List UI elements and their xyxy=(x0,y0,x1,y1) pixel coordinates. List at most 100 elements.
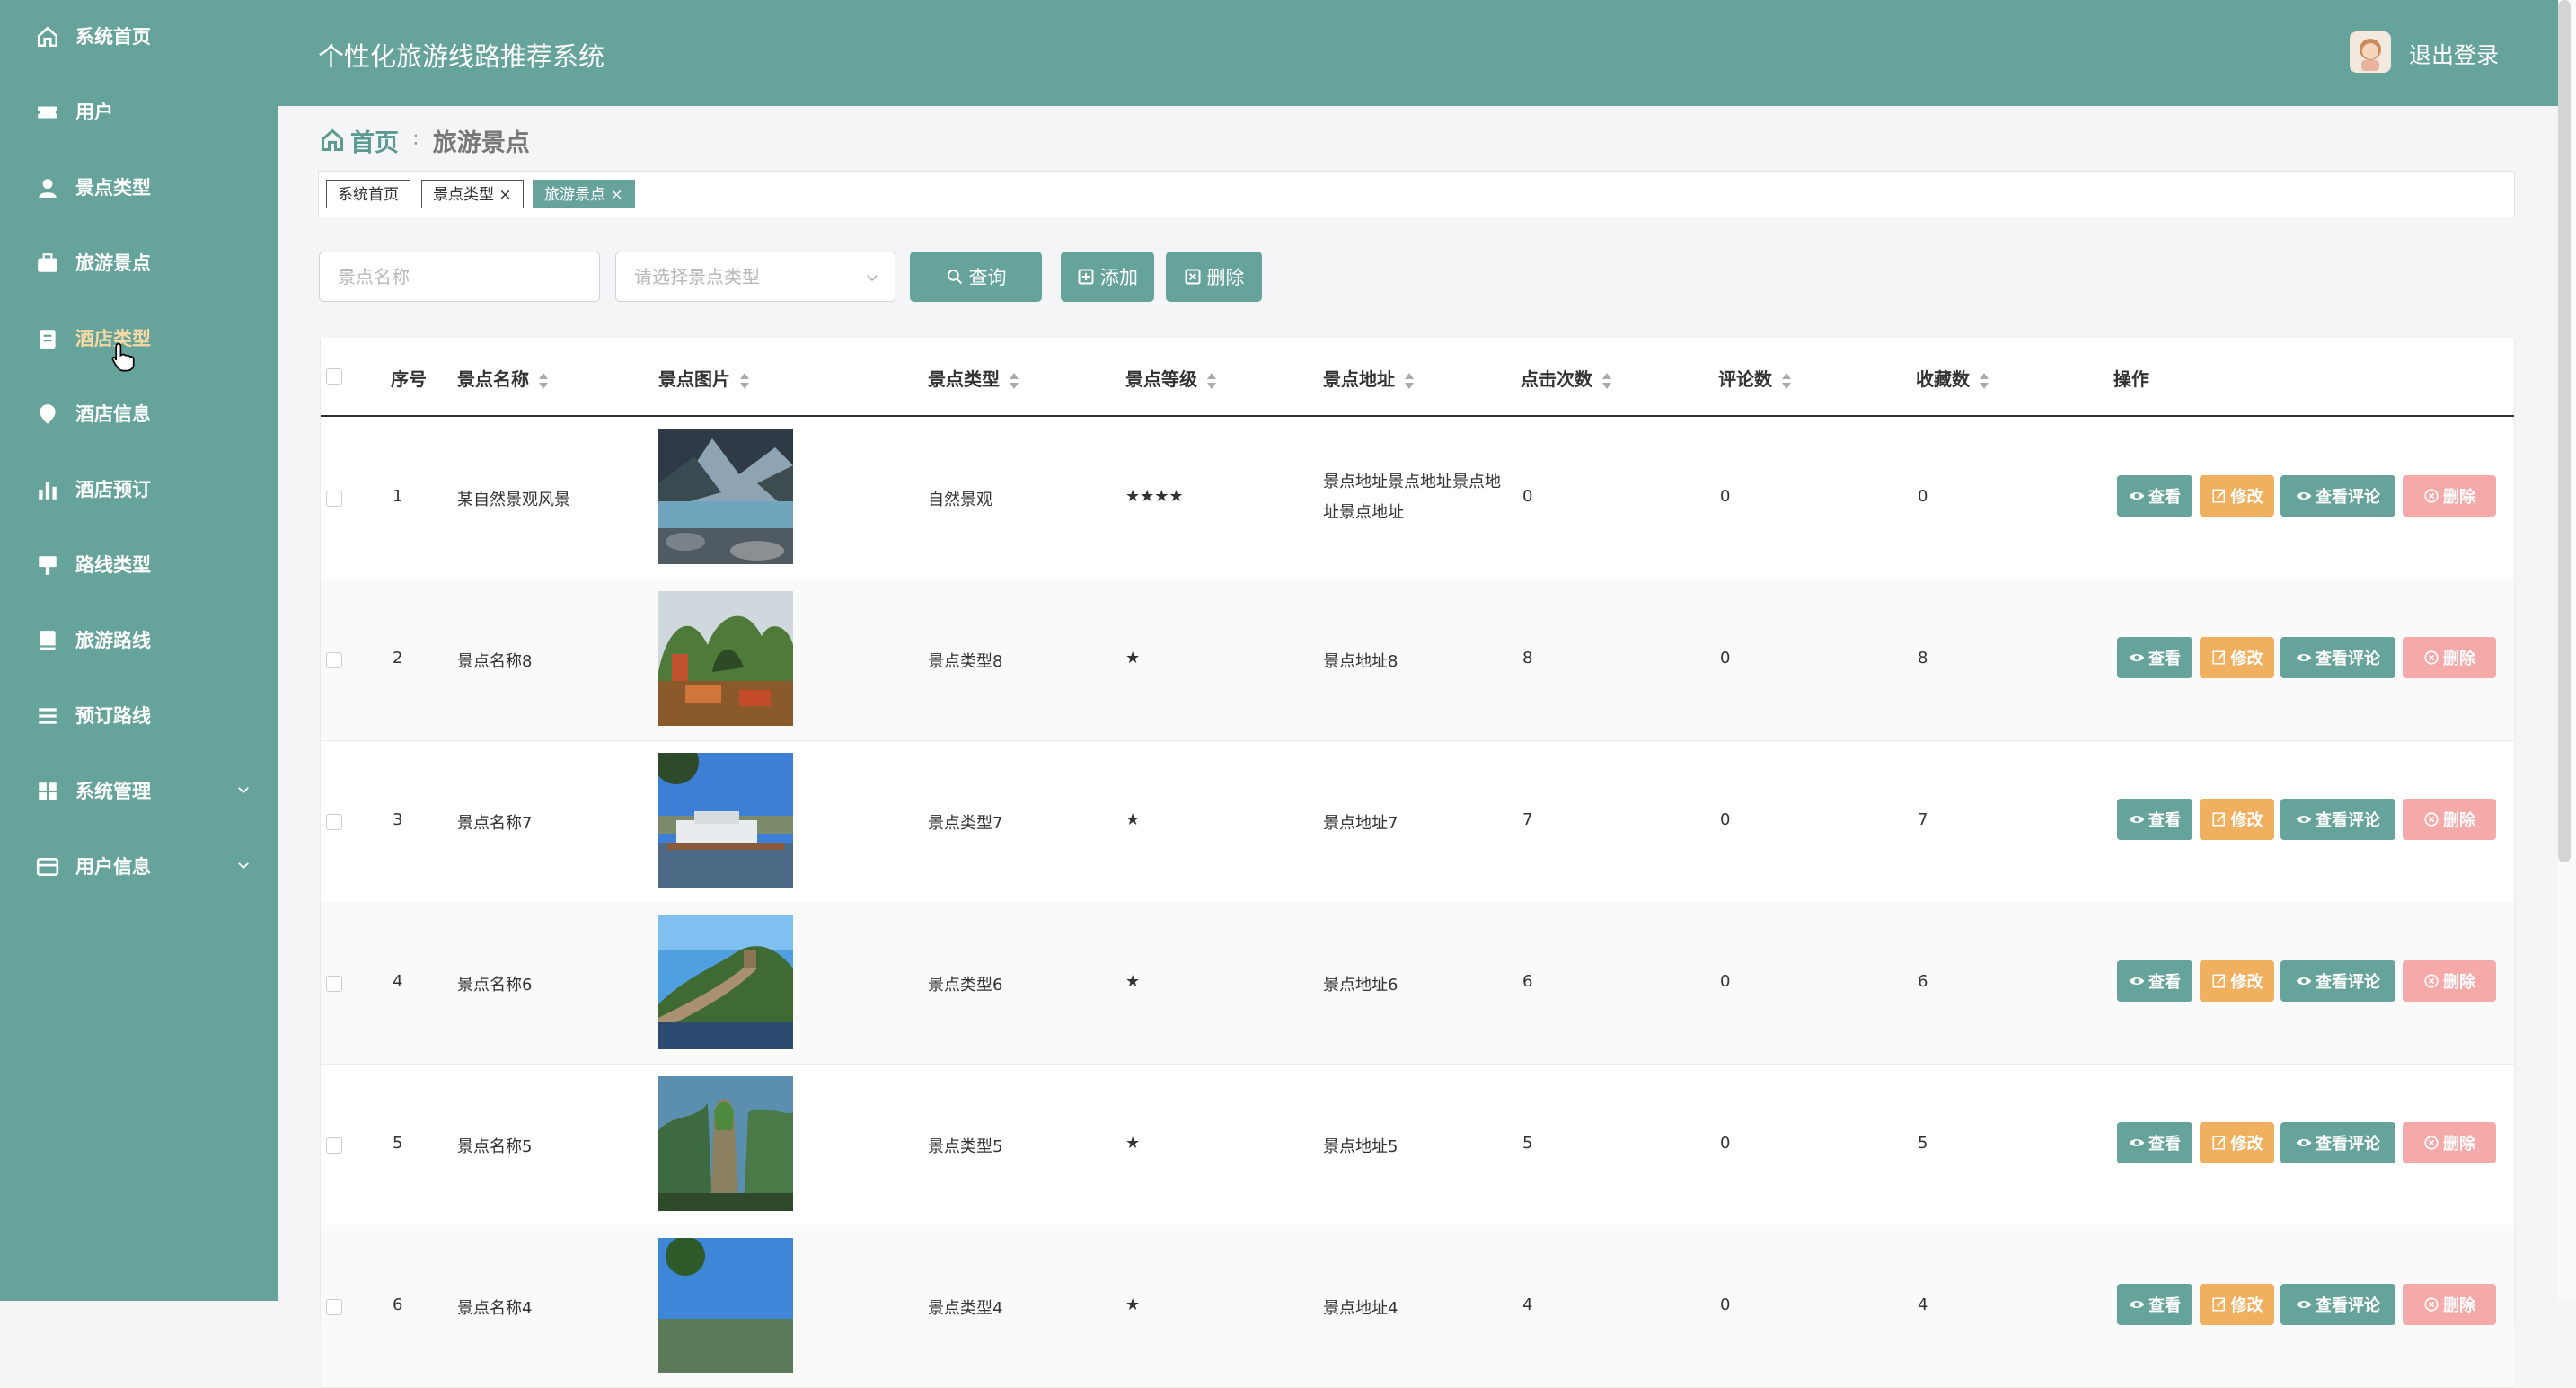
add-button[interactable]: 添加 xyxy=(1061,252,1154,302)
edit-button[interactable]: 修改 xyxy=(2200,1284,2274,1325)
sidebar-item-system[interactable]: 系统管理 xyxy=(0,762,278,819)
spot-type-select[interactable]: 请选择景点类型 xyxy=(615,252,895,302)
cell-name: 景点名称4 xyxy=(457,1299,533,1318)
sidebar-item-label: 景点类型 xyxy=(75,177,151,199)
sidebar-item-home[interactable]: 系统首页 xyxy=(0,7,278,65)
column-header-type[interactable]: 景点类型 xyxy=(928,365,1019,391)
sidebar-item-hotel-type[interactable]: 酒店类型 xyxy=(0,309,278,372)
column-header-favorites-label: 收藏数 xyxy=(1916,368,1970,390)
view-comments-button-label: 查看评论 xyxy=(2316,811,2380,830)
sort-icon[interactable] xyxy=(1206,372,1217,390)
sidebar-item-routes[interactable]: 旅游路线 xyxy=(0,611,278,668)
spot-image xyxy=(658,1076,793,1211)
spot-image xyxy=(658,753,793,888)
row-checkbox[interactable] xyxy=(326,491,342,507)
column-header-comments[interactable]: 评论数 xyxy=(1718,365,1792,391)
delete-button[interactable]: 删除 xyxy=(2403,475,2496,517)
great-wall-photo xyxy=(658,915,793,1049)
sidebar-item-route-booking[interactable]: 预订路线 xyxy=(0,686,278,744)
spot-name-input[interactable]: 景点名称 xyxy=(319,252,600,302)
edit-button[interactable]: 修改 xyxy=(2200,799,2274,840)
delete-button[interactable]: 删除 xyxy=(2403,960,2496,1002)
delete-button[interactable]: 删除 xyxy=(2403,1284,2496,1325)
sort-icon[interactable] xyxy=(1009,372,1019,390)
cell-clicks: 6 xyxy=(1522,972,1533,991)
harbor-boats-photo xyxy=(658,753,793,888)
column-header-clicks[interactable]: 点击次数 xyxy=(1521,365,1612,391)
delete-button[interactable]: 删除 xyxy=(2403,799,2496,840)
delete-button[interactable]: 删除 xyxy=(2403,637,2496,678)
row-checkbox[interactable] xyxy=(326,652,342,668)
close-circle-icon xyxy=(2424,812,2439,827)
tags-bar: 系统首页 景点类型 × 旅游景点 × xyxy=(318,171,2515,217)
eye-icon xyxy=(2129,654,2145,661)
spot-image xyxy=(658,429,793,564)
edit-icon xyxy=(2212,812,2226,827)
avatar[interactable] xyxy=(2350,31,2391,73)
sidebar-item-hotel-info[interactable]: 酒店信息 xyxy=(0,385,278,442)
tag-spots[interactable]: 旅游景点 × xyxy=(533,180,635,208)
delete-button-label: 删除 xyxy=(2443,650,2475,668)
sidebar-item-users[interactable]: 用户 xyxy=(0,83,278,140)
sort-icon[interactable] xyxy=(1979,372,1989,390)
grid-icon xyxy=(39,782,57,800)
view-comments-button[interactable]: 查看评论 xyxy=(2280,1284,2395,1325)
column-header-name[interactable]: 景点名称 xyxy=(457,365,549,391)
view-comments-button[interactable]: 查看评论 xyxy=(2280,1122,2395,1163)
sidebar-item-route-type[interactable]: 路线类型 xyxy=(0,535,278,593)
column-header-image[interactable]: 景点图片 xyxy=(658,365,750,391)
home-icon xyxy=(321,128,344,152)
batch-delete-button[interactable]: 删除 xyxy=(1166,252,1262,302)
logout-link[interactable]: 退出登录 xyxy=(2409,38,2499,70)
edit-button[interactable]: 修改 xyxy=(2200,1122,2274,1163)
cell-level: ★ xyxy=(1125,972,1141,991)
row-checkbox[interactable] xyxy=(326,1137,342,1154)
breadcrumb-home[interactable]: 首页 xyxy=(350,123,399,158)
sidebar-item-spots[interactable]: 旅游景点 xyxy=(0,234,278,291)
cell-type: 景点类型7 xyxy=(928,814,1003,833)
cell-type: 景点类型4 xyxy=(928,1299,1003,1318)
sort-icon[interactable] xyxy=(1601,372,1612,390)
row-checkbox[interactable] xyxy=(326,1299,342,1315)
cell-name: 景点名称5 xyxy=(457,1137,533,1156)
row-checkbox[interactable] xyxy=(326,976,342,992)
delete-button[interactable]: 删除 xyxy=(2403,1122,2496,1163)
edit-button[interactable]: 修改 xyxy=(2200,637,2274,678)
column-header-favorites[interactable]: 收藏数 xyxy=(1916,365,1989,391)
sidebar-item-user-info[interactable]: 用户信息 xyxy=(0,837,278,895)
edit-button[interactable]: 修改 xyxy=(2200,475,2274,517)
sort-icon[interactable] xyxy=(1404,372,1415,390)
delete-button-label: 删除 xyxy=(2443,973,2475,992)
user-avatar-icon xyxy=(2360,39,2381,71)
view-comments-button[interactable]: 查看评论 xyxy=(2280,637,2395,678)
view-button[interactable]: 查看 xyxy=(2117,475,2192,517)
sidebar-item-hotel-booking[interactable]: 酒店预订 xyxy=(0,460,278,517)
view-button[interactable]: 查看 xyxy=(2117,799,2192,840)
edit-button-label: 修改 xyxy=(2230,1296,2263,1315)
sidebar-item-label: 系统管理 xyxy=(75,781,151,802)
cell-name: 景点名称6 xyxy=(457,976,533,995)
tag-home[interactable]: 系统首页 xyxy=(326,180,410,208)
column-header-level[interactable]: 景点等级 xyxy=(1125,365,1217,391)
cell-comments: 0 xyxy=(1720,1134,1731,1153)
edit-button[interactable]: 修改 xyxy=(2200,960,2274,1002)
view-comments-button[interactable]: 查看评论 xyxy=(2280,475,2395,517)
view-button[interactable]: 查看 xyxy=(2117,1122,2192,1163)
view-button[interactable]: 查看 xyxy=(2117,1284,2192,1325)
view-comments-button[interactable]: 查看评论 xyxy=(2280,960,2395,1002)
select-all-checkbox[interactable] xyxy=(326,368,342,385)
sort-icon[interactable] xyxy=(538,372,549,390)
view-comments-button[interactable]: 查看评论 xyxy=(2280,799,2395,840)
tag-spot-type[interactable]: 景点类型 × xyxy=(421,180,524,208)
column-header-address[interactable]: 景点地址 xyxy=(1323,365,1415,391)
row-checkbox[interactable] xyxy=(326,814,342,830)
add-button-label: 添加 xyxy=(1100,267,1138,288)
query-button[interactable]: 查询 xyxy=(910,252,1042,302)
sidebar-item-spot-type[interactable]: 景点类型 xyxy=(0,158,278,216)
delete-button-label: 删除 xyxy=(2443,1296,2475,1315)
view-button[interactable]: 查看 xyxy=(2117,637,2192,678)
sort-icon[interactable] xyxy=(739,372,750,390)
page-scrollbar-thumb[interactable] xyxy=(2558,0,2571,862)
sort-icon[interactable] xyxy=(1781,372,1792,390)
view-button[interactable]: 查看 xyxy=(2117,960,2192,1002)
